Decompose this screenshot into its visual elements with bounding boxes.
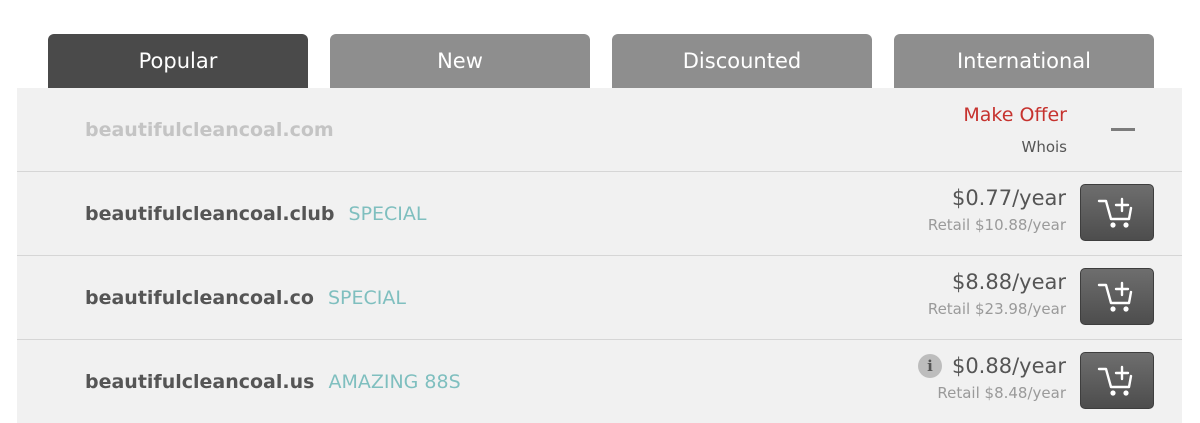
domain-name-text: beautifulcleancoal.us — [85, 370, 315, 393]
minus-icon[interactable] — [1111, 118, 1135, 142]
price-block: i $0.88/year Retail $8.48/year — [917, 352, 1066, 406]
domain-name: beautifulcleancoal.com — [85, 88, 334, 171]
info-icon[interactable]: i — [917, 354, 942, 378]
price: $0.88/year — [951, 354, 1066, 378]
tab-discounted[interactable]: Discounted — [612, 34, 872, 88]
domain-name: beautifulcleancoal.club SPECIAL — [85, 172, 427, 255]
promo-tag: SPECIAL — [348, 202, 427, 225]
tab-bar: Popular New Discounted International — [48, 34, 1154, 88]
domain-row: beautifulcleancoal.club SPECIAL $0.77/ye… — [17, 172, 1182, 256]
whois-link[interactable]: Whois — [1022, 138, 1068, 156]
add-to-cart-icon — [1097, 281, 1133, 312]
retail-price: Retail $10.88/year — [927, 216, 1066, 234]
domain-name-text: beautifulcleancoal.club — [85, 202, 335, 225]
domain-row: beautifulcleancoal.us AMAZING 88S i $0.88… — [17, 340, 1182, 423]
domain-name: beautifulcleancoal.us AMAZING 88S — [85, 340, 461, 423]
add-to-cart-icon — [1097, 197, 1133, 228]
tab-new[interactable]: New — [330, 34, 590, 88]
domain-row-taken: beautifulcleancoal.com Make Offer Whois — [17, 88, 1182, 172]
add-to-cart-button[interactable] — [1080, 352, 1154, 409]
add-to-cart-button[interactable] — [1080, 268, 1154, 325]
promo-tag: SPECIAL — [327, 286, 406, 309]
add-to-cart-icon — [1097, 365, 1133, 396]
price: $8.88/year — [951, 270, 1066, 294]
price-block: $0.77/year Retail $10.88/year — [928, 184, 1066, 238]
domain-name: beautifulcleancoal.co SPECIAL — [85, 256, 406, 339]
retail-price: Retail $23.98/year — [927, 300, 1066, 318]
tab-popular[interactable]: Popular — [48, 34, 308, 88]
price: $0.77/year — [951, 186, 1066, 210]
tab-international[interactable]: International — [894, 34, 1154, 88]
promo-tag: AMAZING 88S — [328, 370, 461, 393]
domain-results-list: beautifulcleancoal.com Make Offer Whois … — [17, 88, 1182, 423]
domain-name-text: beautifulcleancoal.com — [85, 118, 334, 141]
price-block: $8.88/year Retail $23.98/year — [928, 268, 1066, 322]
retail-price: Retail $8.48/year — [937, 384, 1066, 402]
domain-name-text: beautifulcleancoal.co — [85, 286, 314, 309]
add-to-cart-button[interactable] — [1080, 184, 1154, 241]
make-offer-link[interactable]: Make Offer — [963, 104, 1067, 126]
domain-row: beautifulcleancoal.co SPECIAL $8.88/year… — [17, 256, 1182, 340]
